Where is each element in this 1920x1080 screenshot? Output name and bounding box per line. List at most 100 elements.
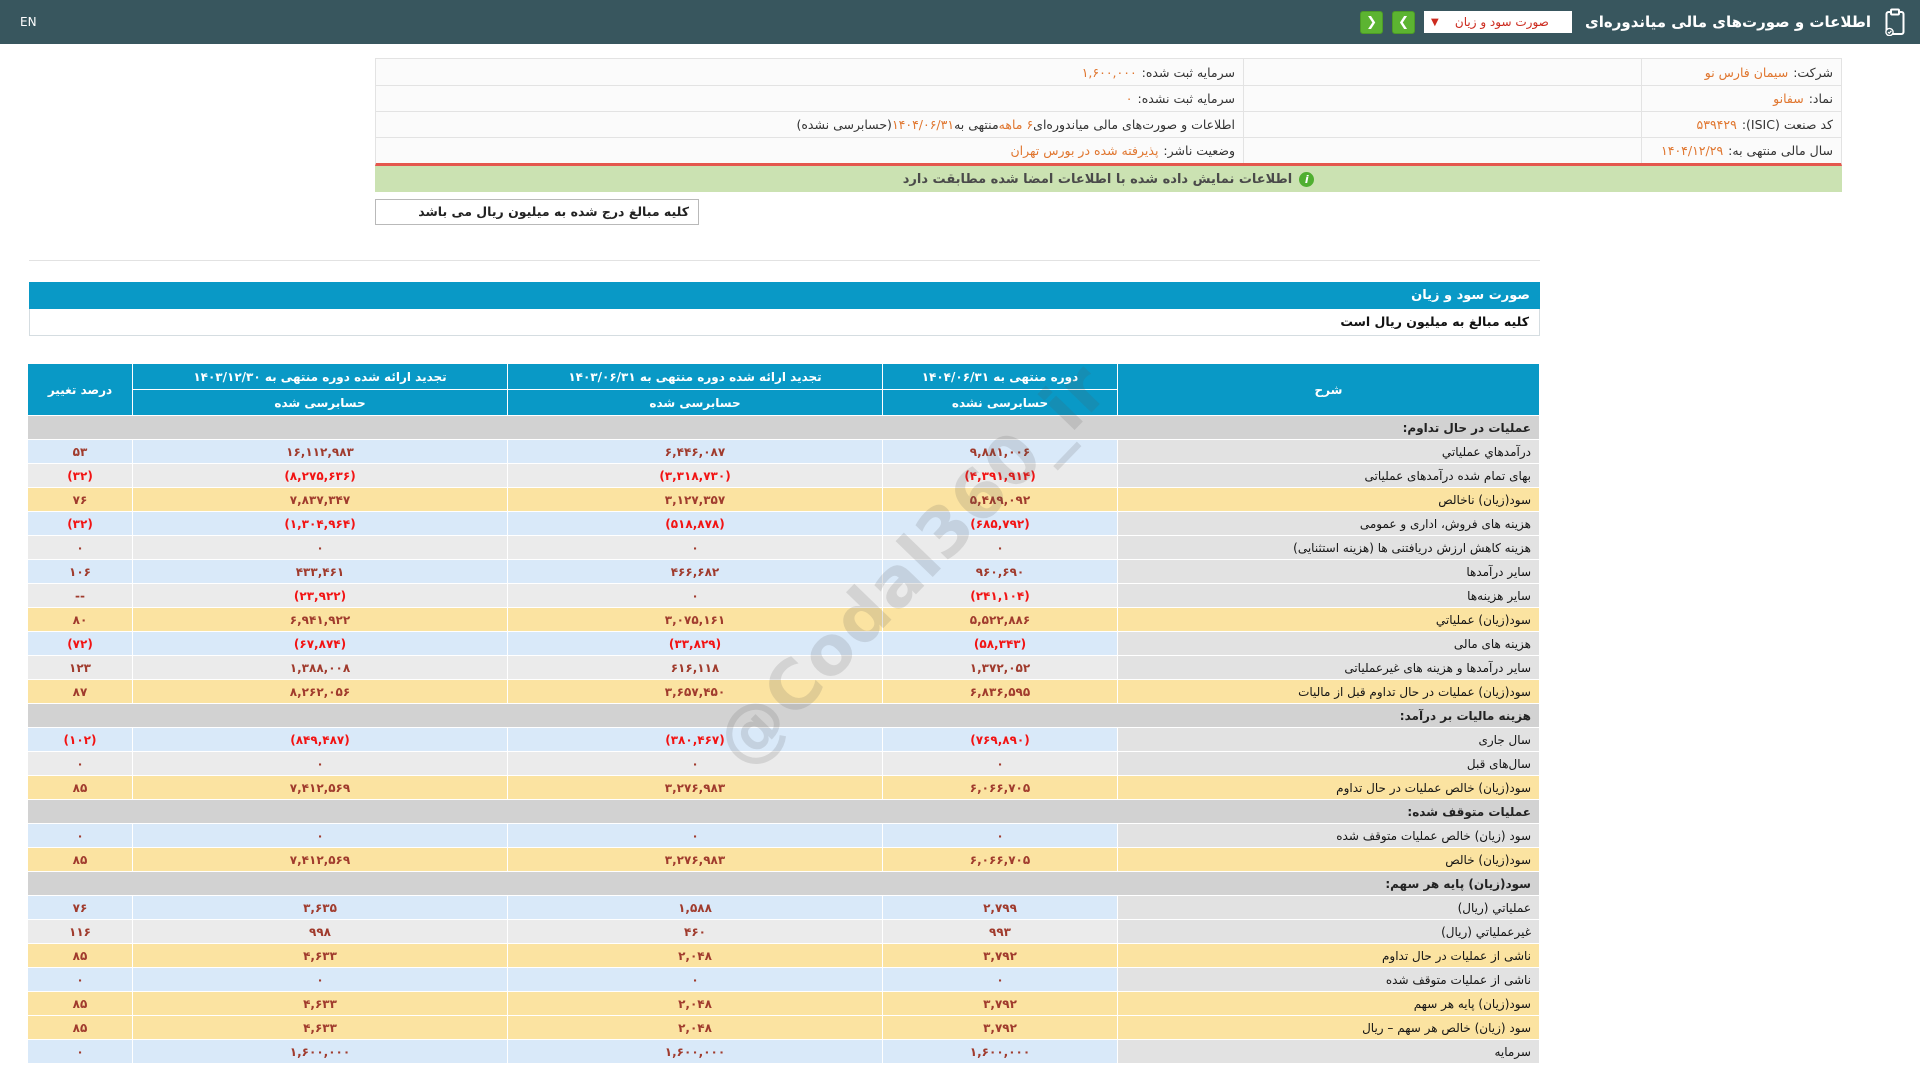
fiscal-year-label: سال مالی منتهی به: [1728,143,1833,158]
value-cell: ۳,۷۹۲ [883,944,1117,967]
table-row: بهای تمام شده درآمدهای عملیاتی (۴,۳۹۱,۹۱۴… [28,464,1539,487]
row-description-cell: سال جاری [1118,728,1539,751]
table-row: سایر هزینه‌ها (۲۴۱,۱۰۴) ۰ (۲۳,۹۲۲) -- [28,584,1539,607]
row-description-cell: سود (زیان) خالص هر سهم – ریال [1118,1016,1539,1039]
header-restated-6m-audit: حسابرسی شده [508,390,882,415]
header-restated-year-period: تجدید ارائه شده دوره منتهی به ۱۴۰۳/۱۲/۳۰ [133,364,507,389]
percent-change-cell: ۸۵ [28,848,132,871]
table-row: سود (زیان) خالص هر سهم – ریال ۳,۷۹۲ ۲,۰۴۸ ۴… [28,1016,1539,1039]
row-description-cell: ناشی از عملیات در حال تداوم [1118,944,1539,967]
value-cell: ۲,۷۹۹ [883,896,1117,919]
value-cell: ۱,۳۷۲,۰۵۲ [883,656,1117,679]
info-row-symbol: نماد: سفانو سرمایه ثبت نشده: ۰ [376,85,1841,111]
page-title: اطلاعات و صورت‌های مالی میاندوره‌ای [1585,13,1871,31]
value-cell: ۶,۰۶۶,۷۰۵ [883,776,1117,799]
publisher-status-value: پذیرفته شده در بورس تهران [1010,143,1159,158]
symbol-label: نماد: [1808,91,1833,106]
value-cell: ۸,۲۶۲,۰۵۶ [133,680,507,703]
value-cell: ۰ [883,968,1117,991]
percent-change-cell: (۷۲) [28,632,132,655]
header-restated-6m-period: تجدید ارائه شده دوره منتهی به ۱۴۰۳/۰۶/۳۱ [508,364,882,389]
table-row: هزینه های فروش، اداری و عمومی (۶۸۵,۷۹۲) (۵… [28,512,1539,535]
signature-match-text: اطلاعات نمایش داده شده با اطلاعات امضا ش… [902,171,1293,187]
table-row: عملیات متوقف شده: [28,800,1539,823]
table-row: سایر درآمدها ۹۶۰,۶۹۰ ۴۶۶,۶۸۲ ۴۳۳,۴۶۱ ۱۰۶ [28,560,1539,583]
value-cell: ۹۶۰,۶۹۰ [883,560,1117,583]
row-description-cell: سرمایه [1118,1040,1539,1063]
row-description-cell: هزینه کاهش ارزش دریافتنی ها (هزینه استثن… [1118,536,1539,559]
percent-change-cell: ۰ [28,752,132,775]
publisher-status-label: وضعیت ناشر: [1163,143,1235,158]
value-cell: ۴۶۶,۶۸۲ [508,560,882,583]
value-cell: ۰ [508,584,882,607]
value-cell: ۴۳۳,۴۶۱ [133,560,507,583]
info-row-company: شرکت: سیمان فارس نو سرمایه ثبت شده: ۱,۶۰… [376,59,1841,85]
header-restated-year-audit: حسابرسی شده [133,390,507,415]
section-row-label: عملیات در حال تداوم: [28,416,1539,439]
value-cell: ۱,۶۰۰,۰۰۰ [883,1040,1117,1063]
registered-capital-label: سرمایه ثبت شده: [1141,64,1235,80]
amounts-unit-note-box: کلیه مبالغ درج شده به میلیون ریال می باش… [375,199,699,225]
value-cell: ۹۹۸ [133,920,507,943]
table-row: سال جاری (۷۶۹,۸۹۰) (۳۸۰,۴۶۷) (۸۴۹,۴۸۷) (۱۰۲) [28,728,1539,751]
value-cell: ۰ [133,968,507,991]
header-current-audit: حسابرسی نشده [883,390,1117,415]
percent-change-cell: ۸۵ [28,992,132,1015]
value-cell: (۳,۳۱۸,۷۳۰) [508,464,882,487]
value-cell: ۰ [508,968,882,991]
section-row-label: سود(زیان) پایه هر سهم: [28,872,1539,895]
value-cell: (۳۳,۸۲۹) [508,632,882,655]
next-statement-button[interactable]: ❯ [1392,10,1416,34]
section-row-label: عملیات متوقف شده: [28,800,1539,823]
section-row-label: هزینه مالیات بر درآمد: [28,704,1539,727]
info-icon: i [1299,171,1315,187]
table-row: سود(زیان) خالص ۶,۰۶۶,۷۰۵ ۳,۲۷۶,۹۸۳ ۷,۴۱۲,۵۶… [28,848,1539,871]
table-row: سایر درآمدها و هزینه های غیرعملیاتی ۱,۳۷۲… [28,656,1539,679]
table-row: هزینه مالیات بر درآمد: [28,704,1539,727]
top-header-bar: اطلاعات و صورت‌های مالی میاندوره‌ای صورت… [0,0,1920,44]
value-cell: (۸۴۹,۴۸۷) [133,728,507,751]
value-cell: ۱,۶۰۰,۰۰۰ [133,1040,507,1063]
report-period-months: ۶ ماهه [998,117,1034,132]
unregistered-capital-value: ۰ [1125,91,1133,106]
language-toggle-en[interactable]: EN [20,15,37,29]
row-description-cell: سایر درآمدها و هزینه های غیرعملیاتی [1118,656,1539,679]
value-cell: ۴۶۰ [508,920,882,943]
value-cell: (۴,۳۹۱,۹۱۴) [883,464,1117,487]
value-cell: (۳۸۰,۴۶۷) [508,728,882,751]
value-cell: ۰ [133,752,507,775]
value-cell: ۲,۰۴۸ [508,992,882,1015]
company-info-table: شرکت: سیمان فارس نو سرمایه ثبت شده: ۱,۶۰… [375,58,1842,166]
table-row: سود(زیان) ناخالص ۵,۴۸۹,۰۹۲ ۳,۱۲۷,۳۵۷ ۷,۸۳۷,… [28,488,1539,511]
percent-change-cell: ۰ [28,536,132,559]
value-cell: ۱۶,۱۱۲,۹۸۳ [133,440,507,463]
report-period-text-1: اطلاعات و صورت‌های مالی میاندوره‌ای [1033,117,1235,132]
table-row: ناشی از عملیات در حال تداوم ۳,۷۹۲ ۲,۰۴۸ ۴,۶… [28,944,1539,967]
previous-statement-button[interactable]: ❮ [1360,10,1384,34]
value-cell: ۵,۴۸۹,۰۹۲ [883,488,1117,511]
value-cell: ۶,۹۴۱,۹۲۲ [133,608,507,631]
value-cell: ۴,۶۳۳ [133,1016,507,1039]
table-row: درآمدهاي عملياتي ۹,۸۸۱,۰۰۶ ۶,۴۴۶,۰۸۷ ۱۶,۱۱۲… [28,440,1539,463]
value-cell: ۰ [133,536,507,559]
report-period-date: ۱۴۰۴/۰۶/۳۱ [891,117,955,132]
value-cell: ۰ [883,824,1117,847]
value-cell: ۰ [883,752,1117,775]
table-row: سود(زیان) عملياتي ۵,۵۲۲,۸۸۶ ۳,۰۷۵,۱۶۱ ۶,۹۴۱… [28,608,1539,631]
statement-type-dropdown[interactable]: صورت سود و زیان ▼ [1424,11,1573,33]
info-row-isic: کد صنعت (ISIC): ۵۳۹۴۲۹ اطلاعات و صورت‌ها… [376,111,1841,137]
value-cell: ۳,۷۹۲ [883,992,1117,1015]
row-description-cell: سود(زیان) خالص [1118,848,1539,871]
percent-change-cell: ۰ [28,824,132,847]
chevron-down-icon: ▼ [1431,16,1439,28]
company-info-section: شرکت: سیمان فارس نو سرمایه ثبت شده: ۱,۶۰… [375,58,1842,225]
row-description-cell: ناشی از عملیات متوقف شده [1118,968,1539,991]
report-period-audit-status: (حسابرسی نشده) [796,117,892,132]
header-percent-change: درصد تغییر [28,364,132,415]
unregistered-capital-label: سرمایه ثبت نشده: [1137,91,1235,106]
table-row: عملیات در حال تداوم: [28,416,1539,439]
value-cell: ۳,۷۹۲ [883,1016,1117,1039]
percent-change-cell: ۱۲۳ [28,656,132,679]
row-description-cell: سود(زیان) پایه هر سهم [1118,992,1539,1015]
value-cell: ۳,۶۵۷,۴۵۰ [508,680,882,703]
